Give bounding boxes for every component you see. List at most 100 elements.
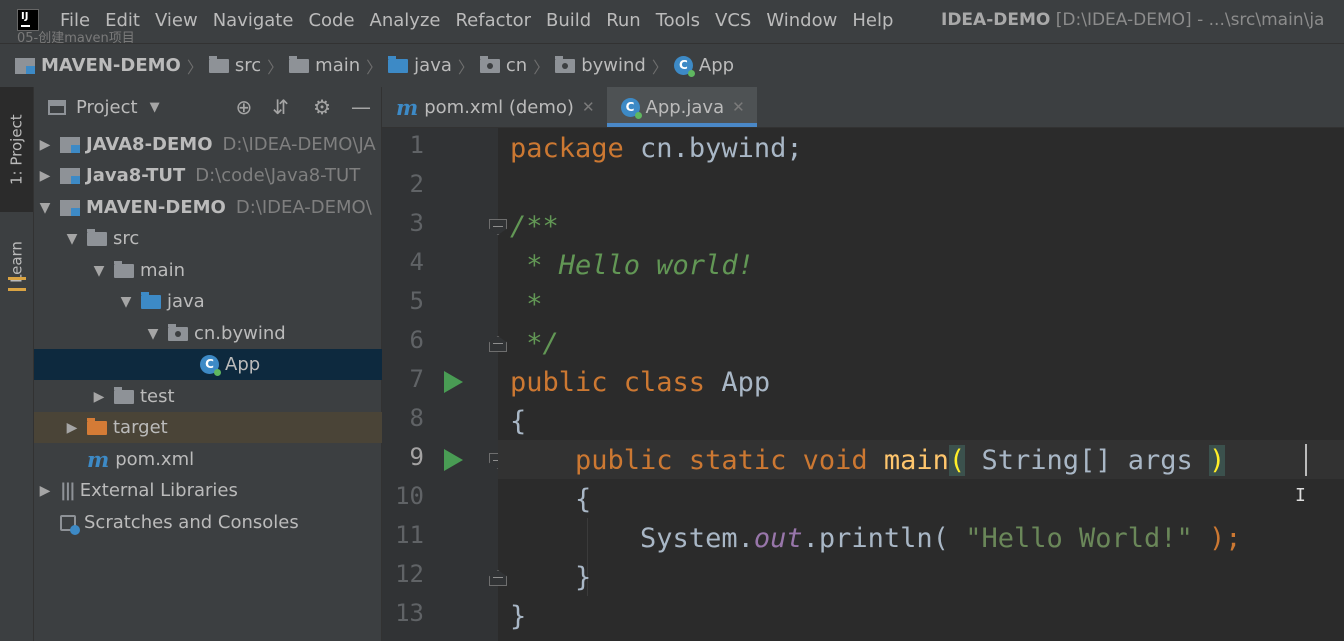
tree-item-maven-demo[interactable]: ▼ MAVEN-DEMO D:\IDEA-DEMO\ — [34, 192, 385, 223]
tree-item-label: Java8-TUT — [86, 165, 186, 186]
tree-item-path: D:\IDEA-DEMO\ — [235, 197, 372, 218]
tab-app-java[interactable]: C App.java ✕ — [606, 87, 757, 127]
module-icon — [60, 136, 80, 153]
folder-icon — [87, 228, 107, 246]
locate-file-icon[interactable]: ⊕ — [236, 95, 253, 119]
run-main-icon[interactable] — [444, 449, 463, 471]
breadcrumb-java[interactable]: java 〉 — [388, 54, 480, 78]
hide-panel-icon[interactable]: — — [351, 95, 371, 119]
project-tool-window: Project ▼ ⊕ ⇵ ⚙ — ▶ JAVA8-DEMO D:\IDEA-D… — [34, 87, 547, 641]
breadcrumb-cn[interactable]: cn 〉 — [479, 54, 555, 78]
menu-view[interactable]: View — [155, 10, 198, 31]
tree-item-java8-demo[interactable]: ▶ JAVA8-DEMO D:\IDEA-DEMO\JA — [34, 129, 385, 160]
tree-item-label: main — [140, 260, 185, 281]
expand-arrow-icon[interactable]: ▶ — [38, 483, 52, 499]
code-line-11: System.out.println( "Hello World!" ); — [510, 523, 1242, 554]
editor-gutter: 1 2 3 4 5 6 7 8 9 10 11 12 13 — [382, 128, 507, 641]
editor-area: m pom.xml (demo) ✕ C App.java ✕ 1 2 3 4 … — [382, 87, 1344, 641]
line-number: 6 — [409, 326, 424, 354]
tree-item-label: cn.bywind — [194, 323, 286, 344]
collapse-arrow-icon[interactable]: ▼ — [38, 200, 52, 216]
folder-icon — [114, 386, 134, 404]
scratches-icon — [60, 514, 80, 535]
breadcrumb-main[interactable]: main 〉 — [289, 54, 388, 78]
breadcrumb-label: java — [414, 55, 452, 76]
tree-item-label: test — [140, 386, 175, 407]
package-icon — [168, 323, 188, 341]
line-number: 10 — [395, 482, 424, 510]
tree-item-scratches[interactable]: Scratches and Consoles — [34, 507, 407, 538]
menu-analyze[interactable]: Analyze — [370, 10, 441, 31]
tree-item-path: D:\IDEA-DEMO\JA — [222, 134, 376, 155]
tree-item-java8-tut[interactable]: ▶ Java8-TUT D:\code\Java8-TUT — [34, 160, 385, 191]
code-line-1: package cn.bywind; — [510, 133, 803, 164]
module-icon — [15, 57, 35, 74]
run-class-icon[interactable] — [444, 371, 463, 393]
chevron-down-icon[interactable]: ▼ — [150, 100, 160, 115]
code-line-4: * Hello world! — [510, 250, 754, 281]
tree-item-label: JAVA8-DEMO — [86, 134, 213, 155]
tab-pom-xml[interactable]: m pom.xml (demo) ✕ — [382, 87, 607, 127]
folder-icon — [208, 55, 229, 73]
tool-tab-project[interactable]: 1: Project — [0, 87, 33, 212]
gear-icon[interactable]: ⚙ — [313, 95, 331, 119]
tree-item-target[interactable]: ▶ target — [34, 412, 412, 443]
tree-item-pom-xml[interactable]: m pom.xml — [34, 444, 434, 475]
breadcrumb-app[interactable]: C App — [673, 55, 735, 77]
menu-window[interactable]: Window — [766, 10, 837, 31]
collapse-all-icon[interactable]: ⇵ — [272, 95, 289, 119]
excluded-folder-icon — [87, 417, 107, 435]
breadcrumb-label: main — [315, 55, 361, 76]
breadcrumb-label: MAVEN-DEMO — [41, 55, 181, 76]
code-editor[interactable]: package cn.bywind; /** * Hello world! * … — [498, 128, 1344, 641]
menu-help[interactable]: Help — [852, 10, 893, 31]
collapse-arrow-icon[interactable]: ▼ — [119, 294, 133, 310]
maven-icon: m — [87, 447, 110, 472]
source-folder-icon — [388, 55, 409, 73]
expand-arrow-icon[interactable]: ▶ — [38, 137, 52, 153]
menu-code[interactable]: Code — [308, 10, 354, 31]
chevron-right-icon: 〉 — [267, 57, 284, 77]
breadcrumb-maven-demo[interactable]: MAVEN-DEMO 〉 — [15, 54, 209, 78]
menu-tools[interactable]: Tools — [656, 10, 700, 31]
breadcrumb-bywind[interactable]: bywind 〉 — [555, 54, 674, 78]
menu-run[interactable]: Run — [606, 10, 641, 31]
expand-arrow-icon[interactable]: ▶ — [92, 389, 106, 405]
tree-item-test[interactable]: ▶ test — [34, 381, 439, 412]
menu-edit[interactable]: Edit — [105, 10, 140, 31]
collapse-arrow-icon[interactable]: ▼ — [92, 263, 106, 279]
chevron-right-icon: 〉 — [533, 57, 550, 77]
collapse-arrow-icon[interactable]: ▼ — [146, 326, 160, 342]
project-view-selector[interactable]: Project — [76, 97, 138, 118]
line-number: 11 — [395, 521, 424, 549]
package-icon — [479, 55, 500, 73]
tree-item-label: target — [113, 417, 168, 438]
mouse-ibeam-cursor-icon: I — [1295, 485, 1306, 506]
expand-arrow-icon[interactable]: ▶ — [38, 168, 52, 184]
code-line-8: { — [510, 406, 527, 437]
menu-refactor[interactable]: Refactor — [455, 10, 531, 31]
tree-item-external-libraries[interactable]: ▶ ||| External Libraries — [34, 475, 385, 506]
breadcrumb-src[interactable]: src 〉 — [208, 54, 289, 78]
line-number: 13 — [395, 599, 424, 627]
tree-item-path: D:\code\Java8-TUT — [195, 165, 361, 186]
breadcrumb-label: App — [698, 55, 735, 76]
menu-build[interactable]: Build — [546, 10, 591, 31]
breadcrumb-label: bywind — [581, 55, 646, 76]
line-number: 3 — [409, 209, 424, 237]
tree-item-label: src — [113, 228, 140, 249]
menu-navigate[interactable]: Navigate — [213, 10, 294, 31]
close-icon[interactable]: ✕ — [732, 98, 745, 116]
menu-vcs[interactable]: VCS — [715, 10, 751, 31]
menu-file[interactable]: File — [60, 10, 90, 31]
window-title-project: IDEA-DEMO — [941, 10, 1051, 30]
tree-item-main[interactable]: ▼ main — [34, 255, 439, 286]
expand-arrow-icon[interactable]: ▶ — [65, 420, 79, 436]
collapse-arrow-icon[interactable]: ▼ — [65, 231, 79, 247]
editor-tab-bar: m pom.xml (demo) ✕ C App.java ✕ — [382, 87, 1344, 128]
code-line-12: } — [510, 562, 592, 593]
close-icon[interactable]: ✕ — [582, 98, 595, 116]
package-icon — [555, 55, 576, 73]
tree-item-src[interactable]: ▼ src — [34, 223, 412, 254]
chevron-right-icon: 〉 — [366, 57, 383, 77]
